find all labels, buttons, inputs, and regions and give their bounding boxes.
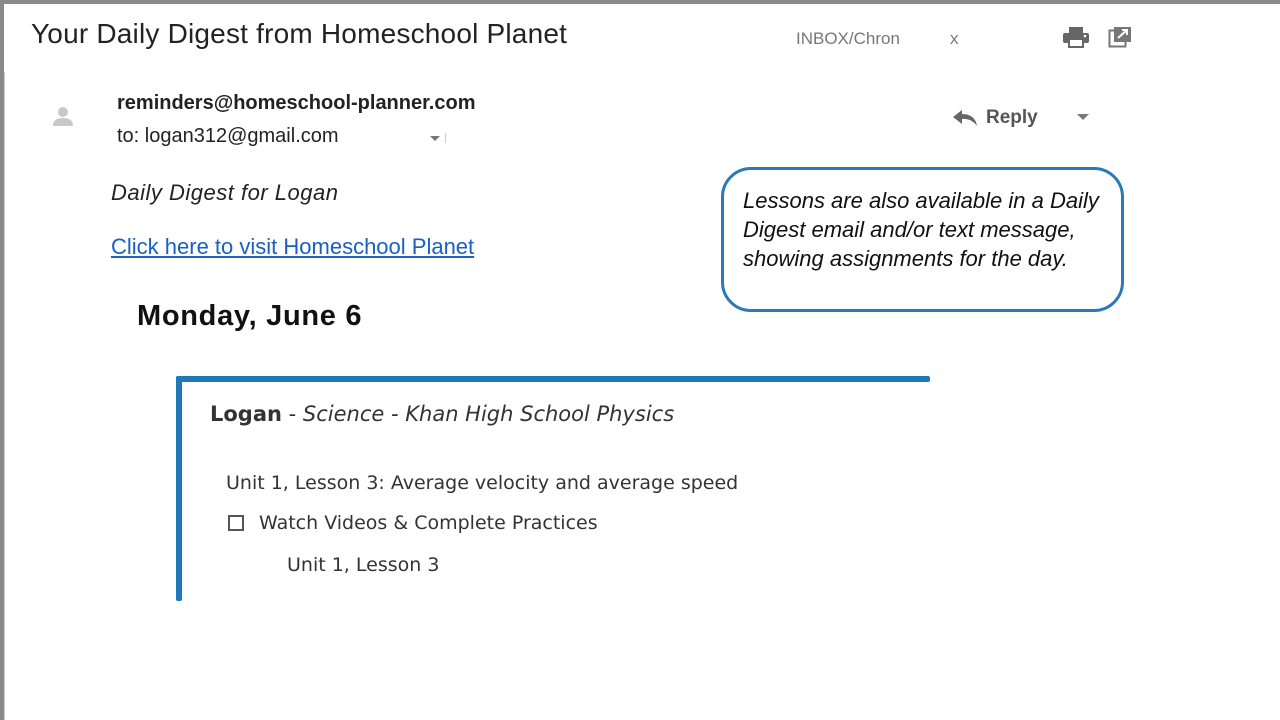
assignment-title: Logan - Science - Khan High School Physi… <box>210 402 674 426</box>
task-detail: Unit 1, Lesson 3 <box>287 554 440 576</box>
info-callout: Lessons are also available in a Daily Di… <box>721 167 1124 312</box>
popout-icon[interactable] <box>1108 26 1132 48</box>
folder-close-button[interactable]: x <box>950 29 959 49</box>
task-checkbox[interactable] <box>228 515 244 531</box>
chevron-down-icon[interactable] <box>1076 112 1090 122</box>
sender-address: reminders@homeschool-planner.com <box>117 92 476 114</box>
assignment-accent-top <box>176 376 930 382</box>
task-label: Watch Videos & Complete Practices <box>259 512 598 534</box>
window-top-border <box>0 0 1280 4</box>
window-left-divider <box>4 72 5 720</box>
folder-label[interactable]: INBOX/Chron <box>796 29 900 49</box>
task-row: Watch Videos & Complete Practices <box>228 512 598 534</box>
chevron-down-icon[interactable] <box>428 133 448 143</box>
reply-label: Reply <box>986 107 1038 128</box>
assignment-course: Science - Khan High School Physics <box>302 402 675 426</box>
recipient-address: to: logan312@gmail.com <box>117 125 339 147</box>
print-icon[interactable] <box>1061 26 1091 48</box>
lesson-title: Unit 1, Lesson 3: Average velocity and a… <box>226 472 739 494</box>
visit-planet-link[interactable]: Click here to visit Homeschool Planet <box>111 234 474 260</box>
assignment-separator: - <box>281 402 303 426</box>
person-icon <box>53 107 73 126</box>
reply-button[interactable]: Reply <box>952 104 1038 132</box>
digest-heading: Daily Digest for Logan <box>111 180 339 205</box>
date-heading: Monday, June 6 <box>137 300 363 332</box>
reply-arrow-icon <box>953 110 977 126</box>
assignment-student: Logan <box>210 402 282 426</box>
assignment-accent-left <box>176 376 182 601</box>
email-subject: Your Daily Digest from Homeschool Planet <box>31 18 568 49</box>
callout-text: Lessons are also available in a Daily Di… <box>743 188 1099 271</box>
